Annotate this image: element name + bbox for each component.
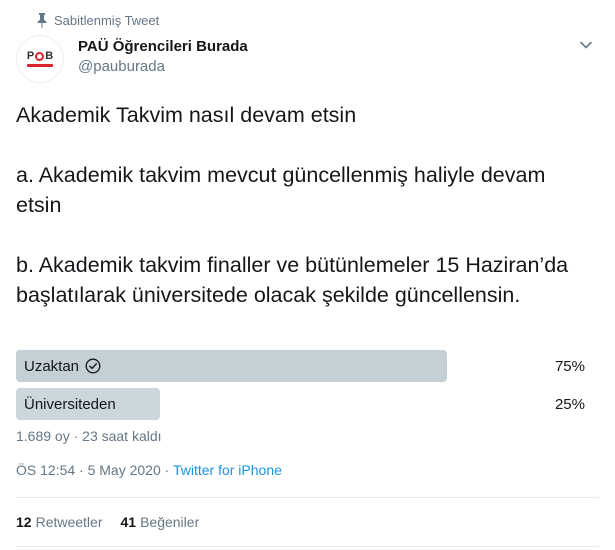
user-handle[interactable]: @pauburada xyxy=(78,58,165,75)
tweet-text: Akademik Takvim nasıl devam etsin a. Aka… xyxy=(16,103,569,307)
poll-option-text: Uzaktan xyxy=(24,357,80,375)
poll-option-percent: 25% xyxy=(554,395,585,413)
chevron-down-icon[interactable] xyxy=(579,38,593,52)
likes-label: Beğeniler xyxy=(140,514,200,530)
pinned-tweet-label: Sabitlenmiş Tweet xyxy=(37,11,160,29)
divider xyxy=(16,546,599,547)
avatar-letter-right: B xyxy=(45,50,54,62)
poll-option: Uzaktan 75% xyxy=(16,350,591,382)
check-circle-icon xyxy=(85,358,101,374)
avatar-letter-left: P xyxy=(26,50,35,62)
user-display-name[interactable]: PAÜ Öğrencileri Burada xyxy=(78,38,248,55)
pinned-text: Sabitlenmiş Tweet xyxy=(54,12,160,28)
pin-icon xyxy=(37,13,47,28)
source-link[interactable]: Twitter for iPhone xyxy=(173,462,282,478)
tweet-timestamp: ÖS 12:54 · 5 May 2020 · Twitter for iPho… xyxy=(16,462,282,478)
poll-meta: 1.689 oy · 23 saat kaldı xyxy=(16,428,162,444)
likes-count: 41 xyxy=(120,514,137,530)
avatar-pin-mark xyxy=(35,52,45,61)
poll-option-label: Üniversiteden xyxy=(24,388,116,420)
divider xyxy=(16,497,599,498)
retweets-stat[interactable]: 12 Retweetler xyxy=(16,514,103,530)
avatar-underline xyxy=(27,64,53,67)
avatar[interactable]: P B xyxy=(16,35,64,83)
poll-option: Üniversiteden 25% xyxy=(16,388,591,420)
likes-stat[interactable]: 41 Beğeniler xyxy=(121,514,200,530)
retweets-label: Retweetler xyxy=(35,514,103,530)
poll-option-percent: 75% xyxy=(554,357,585,375)
retweets-count: 12 xyxy=(16,514,32,530)
avatar-logo: P B xyxy=(27,51,53,62)
timestamp-text[interactable]: ÖS 12:54 · 5 May 2020 · xyxy=(16,462,173,478)
tweet-stats: 12 Retweetler 41 Beğeniler xyxy=(16,514,199,530)
poll: Uzaktan 75% Üniversiteden 25% xyxy=(16,350,591,426)
poll-option-text: Üniversiteden xyxy=(24,395,116,413)
poll-option-label: Uzaktan xyxy=(24,350,101,382)
